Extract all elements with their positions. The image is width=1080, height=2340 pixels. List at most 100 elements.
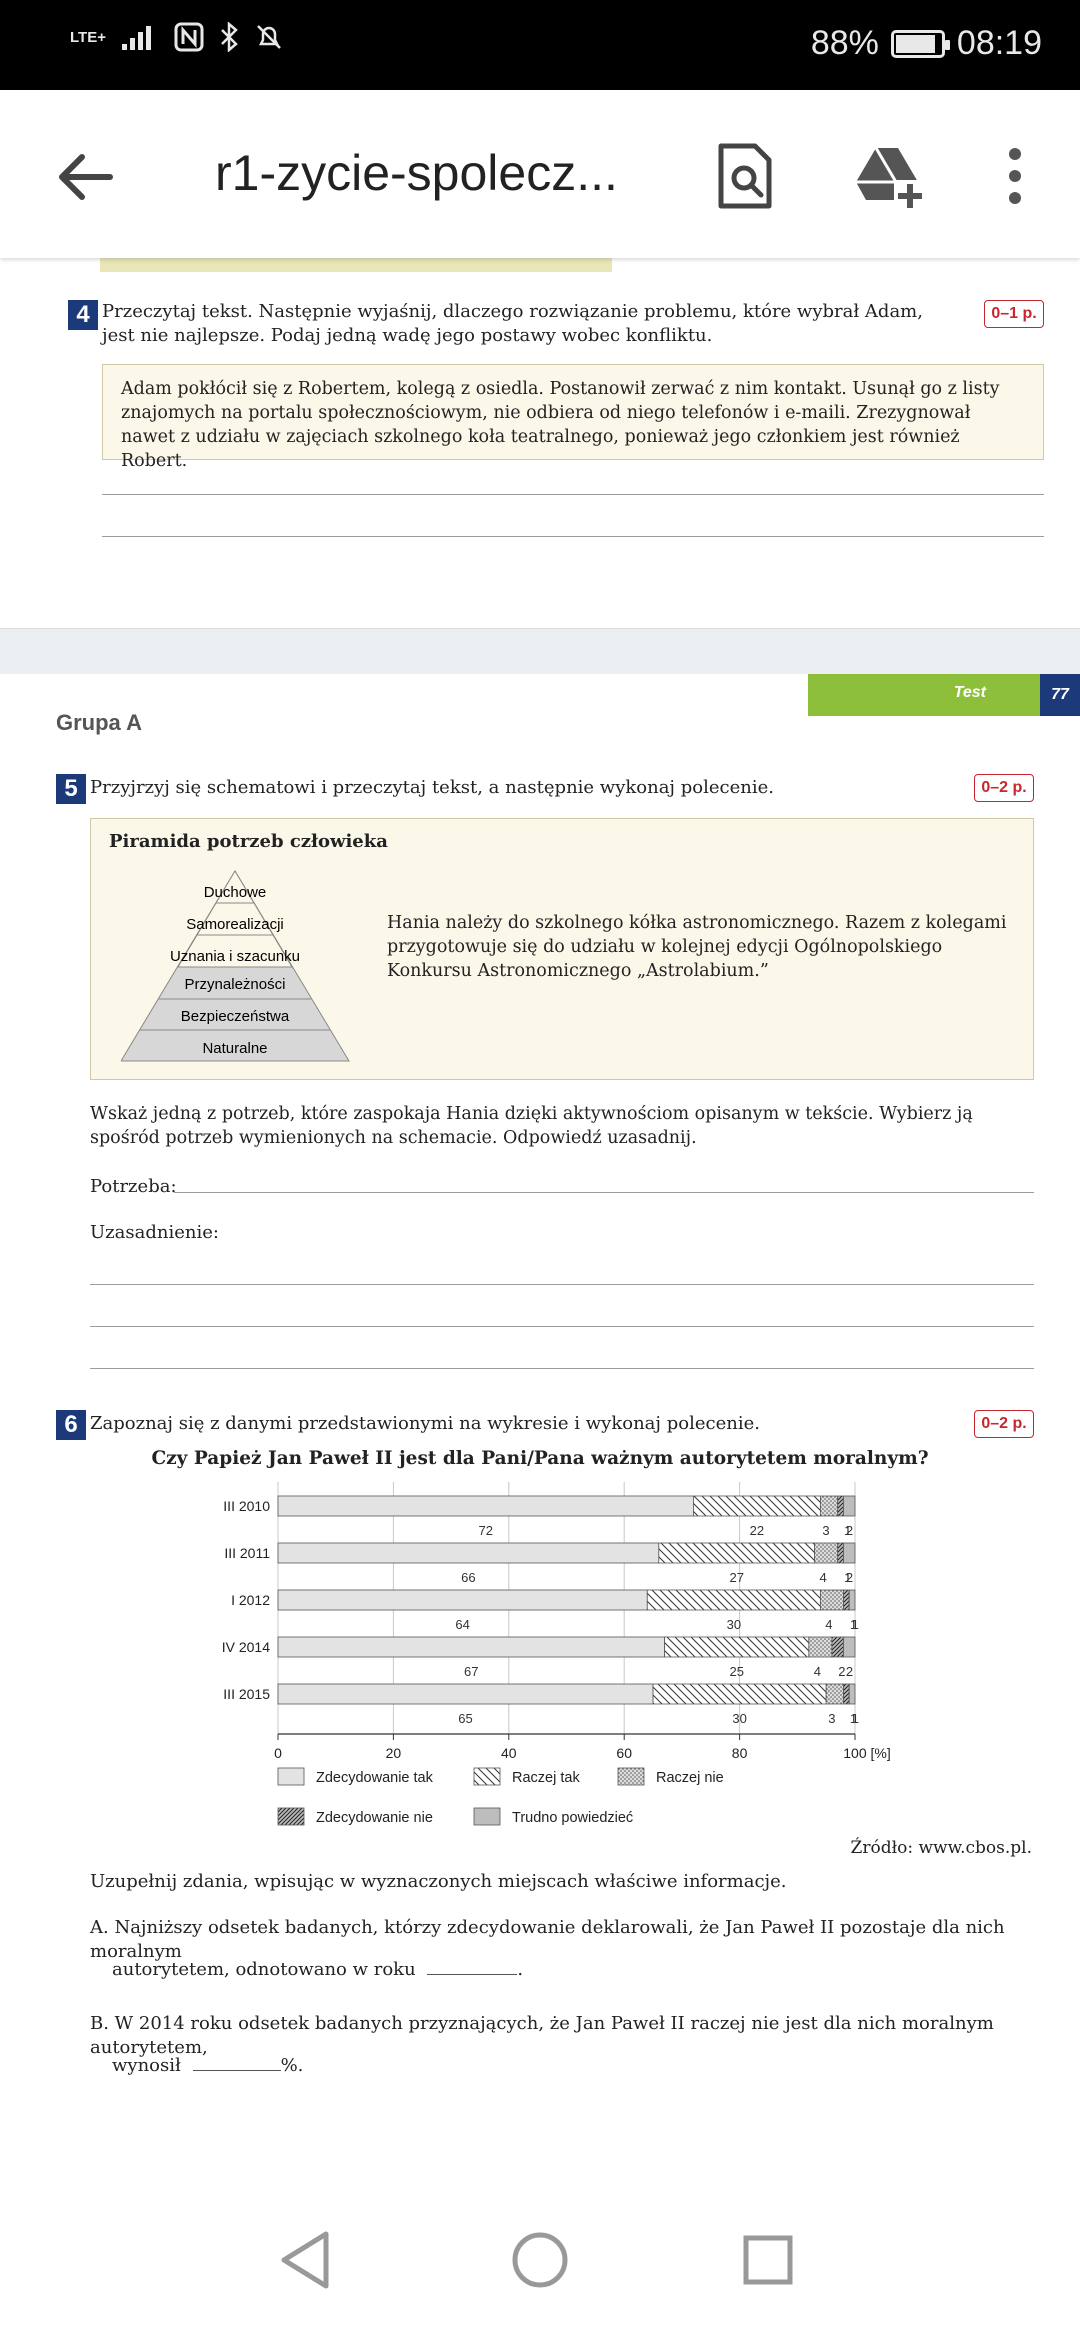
- data-label: 2: [846, 1523, 853, 1538]
- clock: 08:19: [956, 24, 1042, 62]
- document-page: Test 77 Grupa A 5 Przyjrzyj się schemato…: [0, 674, 1080, 2180]
- x-tick-label: 40: [501, 1745, 517, 1761]
- x-tick-label: 20: [386, 1745, 402, 1761]
- legend-label: Trudno powiedzieć: [512, 1810, 633, 1826]
- sentence-a-blank[interactable]: [427, 1974, 518, 1975]
- nav-recents-icon[interactable]: [732, 2224, 804, 2296]
- data-label: 4: [814, 1664, 821, 1679]
- nav-back-icon[interactable]: [270, 2224, 342, 2296]
- bar-segment: [658, 1542, 816, 1564]
- data-label: 3: [822, 1523, 829, 1538]
- legend-label: Raczej nie: [656, 1770, 724, 1786]
- answer-line[interactable]: [102, 494, 1044, 495]
- chart-source: Źródło: www.cbos.pl.: [850, 1838, 1032, 1858]
- sentence-a: A. Najniższy odsetek badanych, którzy zd…: [90, 1917, 1005, 1962]
- data-label: 65: [458, 1711, 472, 1726]
- data-label: 2: [846, 1570, 853, 1585]
- data-label: 1: [852, 1711, 859, 1726]
- answer-line[interactable]: [102, 536, 1044, 537]
- document-page-top: 4 Przeczytaj tekst. Następnie wyjaśnij, …: [0, 258, 1080, 628]
- legend-swatch: [473, 1807, 501, 1826]
- battery-level: [895, 34, 935, 53]
- legend-label: Raczej tak: [512, 1770, 580, 1786]
- bar-segment: [646, 1589, 821, 1611]
- source-text-box: Adam pokłócił się z Robertem, kolegą z o…: [102, 364, 1044, 471]
- legend-label: Zdecydowanie nie: [316, 1810, 433, 1826]
- bar-segment: [652, 1683, 827, 1705]
- data-label: 4: [825, 1617, 832, 1632]
- sentence-a-text: autorytetem, odnotowano w roku: [112, 1959, 416, 1980]
- question-number: 4: [68, 300, 98, 330]
- sentence-b: B. W 2014 roku odsetek badanych przyznaj…: [90, 2013, 994, 2058]
- bar-segment: [819, 1495, 839, 1517]
- bar-segment: [693, 1495, 821, 1517]
- x-tick-label: 80: [732, 1745, 748, 1761]
- question-prompt-line: jest nie najlepsze. Podaj jedną wadę jeg…: [102, 325, 713, 346]
- legend-swatch: [473, 1767, 501, 1786]
- bar-segment: [848, 1589, 856, 1611]
- bluetooth-icon: [221, 22, 238, 52]
- data-label: 30: [727, 1617, 741, 1632]
- bar-segment: [808, 1636, 833, 1658]
- bar-segment: [664, 1636, 810, 1658]
- bar-segment: [277, 1589, 648, 1611]
- sentence-b-unit: %.: [280, 2055, 304, 2076]
- source-text: Adam pokłócił się z Robertem, kolegą z o…: [121, 379, 1000, 471]
- nfc-icon: [174, 22, 204, 52]
- bar-segment: [837, 1542, 844, 1564]
- add-to-drive-icon[interactable]: [852, 144, 926, 210]
- back-arrow-icon[interactable]: [50, 142, 120, 212]
- data-label: 2: [846, 1664, 853, 1679]
- bar-segment: [277, 1495, 694, 1517]
- bar-segment: [837, 1495, 844, 1517]
- sentence-b-blank[interactable]: [192, 2070, 281, 2071]
- x-tick-label: 60: [616, 1745, 632, 1761]
- more-options-icon[interactable]: [1004, 146, 1026, 206]
- legend-swatch: [617, 1767, 645, 1786]
- find-in-document-icon[interactable]: [715, 142, 775, 210]
- data-label: 22: [750, 1523, 764, 1538]
- status-bar: LTE+ 88% 08:19: [0, 0, 1080, 90]
- question-prompt-line: Przeczytaj tekst. Następnie wyjaśnij, dl…: [102, 301, 923, 322]
- data-label: 66: [461, 1570, 475, 1585]
- question-instruction: Uzupełnij zdania, wpisując w wyznaczonyc…: [90, 1871, 787, 1892]
- category-label: III 2010: [223, 1498, 270, 1514]
- battery-icon: [890, 29, 950, 58]
- bar-segment: [843, 1683, 850, 1705]
- bar-segment: [843, 1636, 856, 1658]
- data-label: 67: [464, 1664, 478, 1679]
- status-icons-right: 88% 08:19: [811, 24, 1042, 63]
- bar-segment: [848, 1683, 856, 1705]
- bar-segment: [843, 1589, 850, 1611]
- data-label: 2: [838, 1664, 845, 1679]
- page-separator: [0, 628, 1080, 674]
- data-label: 3: [828, 1711, 835, 1726]
- status-icons-left: LTE+: [70, 22, 284, 52]
- nav-home-icon[interactable]: [504, 2224, 576, 2296]
- data-label: 1: [852, 1617, 859, 1632]
- category-label: III 2011: [224, 1545, 270, 1561]
- x-tick-label: 100 [%]: [843, 1745, 890, 1761]
- sentence-b-continued: wynosił %.: [112, 2054, 303, 2078]
- sentence-b-text: wynosił: [112, 2055, 181, 2076]
- network-type: LTE+: [70, 28, 106, 46]
- bar-segment: [831, 1636, 844, 1658]
- data-label: 27: [729, 1570, 743, 1585]
- sentence-a-continued: autorytetem, odnotowano w roku .: [112, 1959, 524, 1980]
- bar-segment: [825, 1683, 844, 1705]
- bar-segment: [843, 1542, 856, 1564]
- app-bar: r1-zycie-spolecz...: [0, 90, 1080, 258]
- x-tick-label: 0: [274, 1745, 282, 1761]
- bar-segment: [277, 1542, 660, 1564]
- battery-percent: 88%: [810, 24, 879, 62]
- bar-segment: [277, 1683, 654, 1705]
- category-label: IV 2014: [222, 1639, 270, 1655]
- category-label: I 2012: [231, 1592, 270, 1608]
- bar-segment: [819, 1589, 844, 1611]
- document-title: r1-zycie-spolecz...: [215, 145, 618, 201]
- data-label: 72: [478, 1523, 492, 1538]
- navigation-bar: [0, 2180, 1080, 2340]
- legend-label: Zdecydowanie tak: [316, 1770, 434, 1786]
- signal-icon: [121, 26, 151, 50]
- bar-segment: [814, 1542, 839, 1564]
